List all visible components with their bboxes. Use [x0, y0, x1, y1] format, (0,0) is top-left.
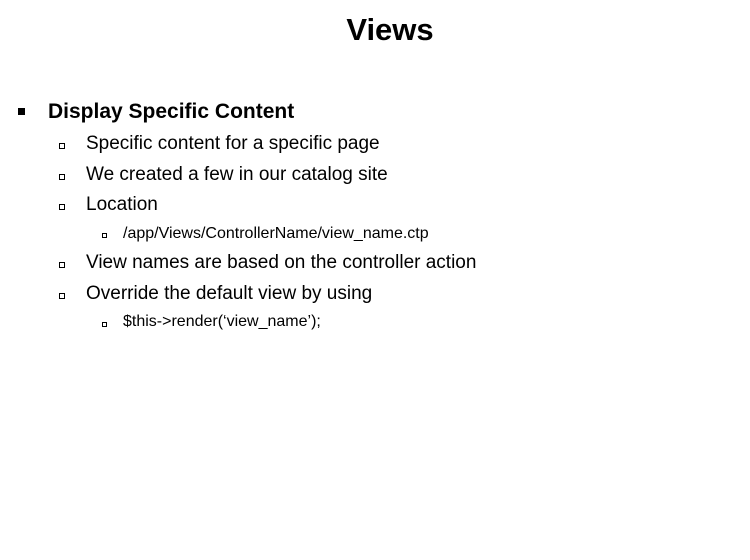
hollow-square-bullet-icon [102, 322, 107, 327]
hollow-square-bullet-icon [102, 233, 107, 238]
bullet-view-names: View names are based on the controller a… [86, 252, 477, 273]
hollow-square-bullet-icon [59, 204, 65, 210]
bullet-list: Display Specific Content Specific conten… [0, 0, 750, 560]
bullet-location-path: /app/Views/ControllerName/view_name.ctp [123, 225, 429, 242]
hollow-square-bullet-icon [59, 293, 65, 299]
bullet-specific-content: Specific content for a specific page [86, 133, 380, 154]
bullet-location: Location [86, 194, 158, 215]
bullet-display-specific-content: Display Specific Content [48, 100, 295, 123]
bullet-override-default: Override the default view by using [86, 283, 373, 304]
bullet-catalog-site: We created a few in our catalog site [86, 164, 388, 185]
hollow-square-bullet-icon [59, 262, 65, 268]
bullet-render-call: $this->render(‘view_name’); [123, 313, 321, 330]
hollow-square-bullet-icon [59, 143, 65, 149]
square-bullet-icon [18, 108, 25, 115]
hollow-square-bullet-icon [59, 174, 65, 180]
